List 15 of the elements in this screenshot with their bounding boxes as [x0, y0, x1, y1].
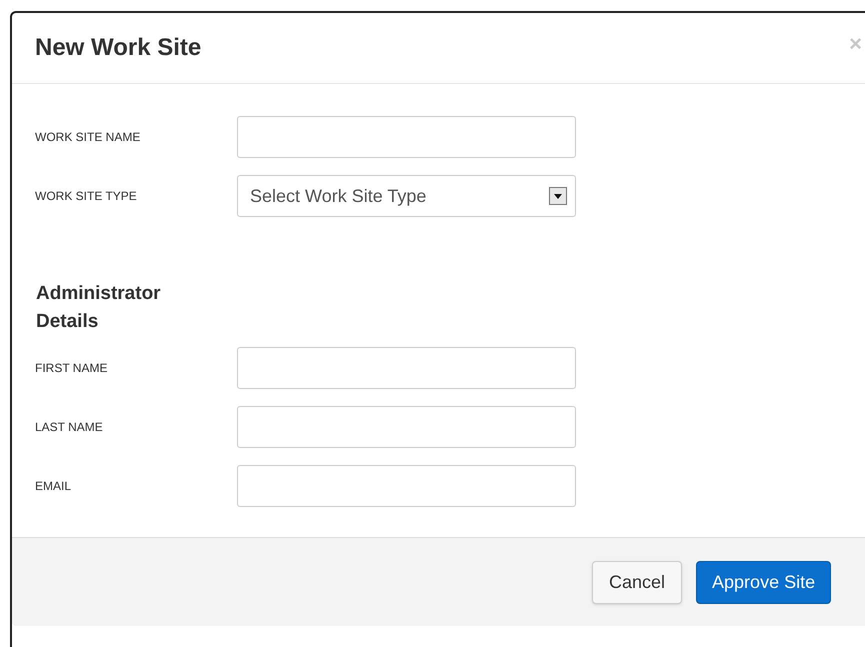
- select-placeholder: Select Work Site Type: [250, 184, 426, 208]
- field-label: LAST NAME: [35, 419, 104, 436]
- primary-button[interactable]: Approve Site: [696, 560, 832, 604]
- select-field[interactable]: Select Work Site Type: [237, 175, 576, 217]
- input-field[interactable]: [237, 116, 576, 158]
- field-label: EMAIL: [35, 478, 72, 495]
- input-field[interactable]: [237, 347, 576, 389]
- input-field[interactable]: [237, 406, 576, 448]
- dialog-title: New Work Site: [35, 33, 202, 63]
- field-label: FIRST NAME: [35, 360, 108, 377]
- input-field[interactable]: [237, 465, 576, 507]
- field-label: WORK SITE NAME: [35, 129, 142, 146]
- section-heading: Administrator Details: [36, 282, 162, 334]
- default-button[interactable]: Cancel: [592, 560, 682, 604]
- field-label: WORK SITE TYPE: [35, 188, 138, 205]
